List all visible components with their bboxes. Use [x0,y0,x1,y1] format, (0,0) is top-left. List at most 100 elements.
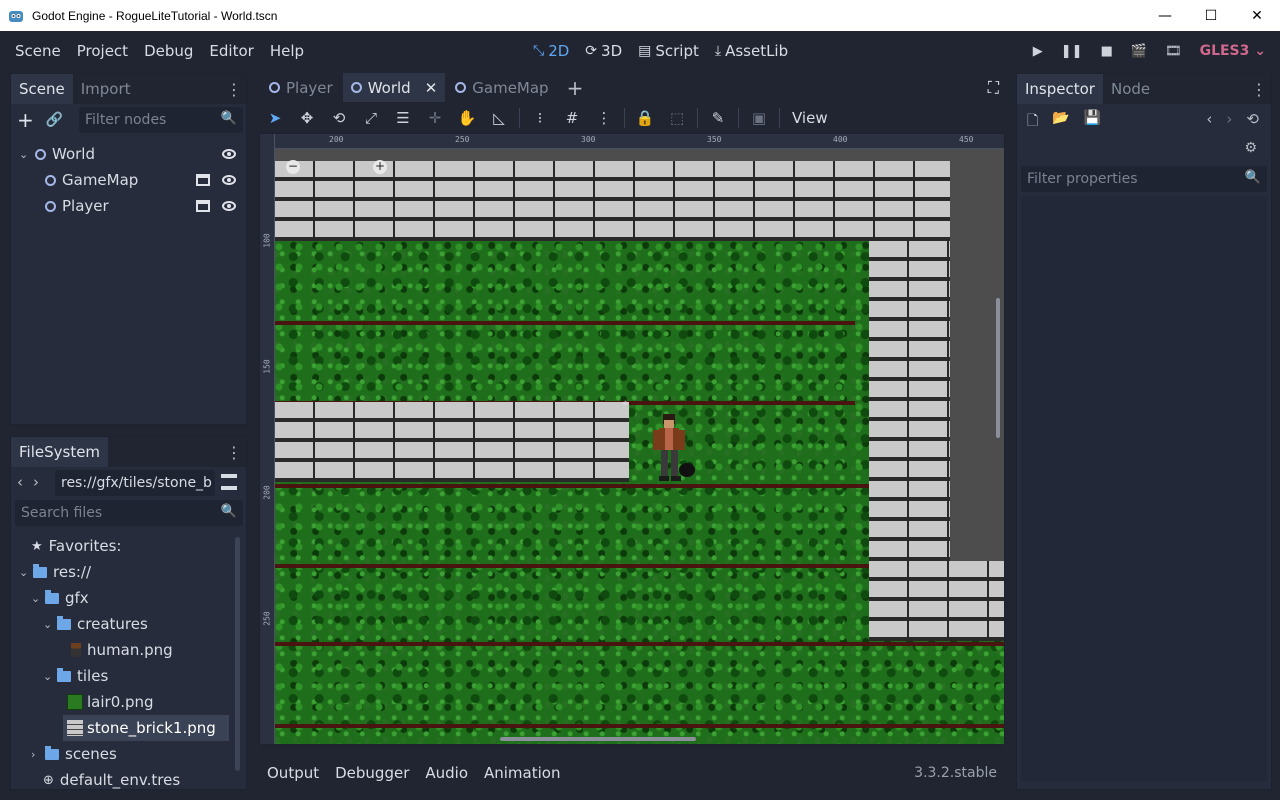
lock-icon[interactable]: 🔒 [629,109,661,127]
play-custom-scene-icon[interactable]: 🎞 [1165,44,1182,59]
close-icon[interactable]: ✕ [425,79,438,97]
list-item[interactable]: ⊕ default_env.tres [11,767,235,789]
skeleton-icon[interactable]: ✎ [702,109,734,127]
pivot-tool-icon[interactable]: ✛ [419,109,451,127]
instance-scene-icon[interactable] [196,174,210,186]
history-icon[interactable]: ⟲ [1246,110,1259,128]
back-icon[interactable]: ‹ [17,473,23,491]
tab-scene[interactable]: Scene [11,74,73,104]
pause-icon[interactable]: ❚❚ [1061,44,1083,59]
list-item[interactable]: ⌄ res:// [11,559,235,585]
tab-filesystem[interactable]: FileSystem [11,437,109,467]
tab-debugger[interactable]: Debugger [327,764,417,782]
tab-output[interactable]: Output [259,764,327,782]
filter-properties-input[interactable]: Filter properties 🔍 [1021,166,1267,192]
visibility-eye-icon[interactable] [222,201,236,211]
menu-debug[interactable]: Debug [136,42,201,60]
play-icon[interactable]: ▶ [1033,44,1043,59]
list-item[interactable]: ⌄ tiles [11,663,235,689]
expand-arrow-icon[interactable]: › [31,748,45,761]
move-tool-icon[interactable]: ✥ [291,109,323,127]
zoom-in-icon[interactable]: + [373,160,387,174]
view-menu[interactable]: View [784,109,836,127]
snap-options-icon[interactable]: ⋮ [588,109,620,127]
filter-nodes-input[interactable]: Filter nodes 🔍 [79,107,243,133]
list-item[interactable]: lair0.png [11,689,235,715]
player-sprite[interactable] [647,412,697,484]
instance-scene-icon[interactable] [196,200,210,212]
camera-override-icon[interactable]: ▣ [743,109,775,127]
scrollbar[interactable] [235,537,240,771]
collapse-arrow-icon[interactable]: ⌄ [19,148,33,161]
renderer-select[interactable]: GLES3 ⌄ [1200,43,1266,59]
tree-node-world[interactable]: ⌄ World [11,141,246,167]
visibility-eye-icon[interactable] [222,149,236,159]
tab-gamemap[interactable]: GameMap [445,73,558,102]
history-back-icon[interactable]: ‹ [1206,110,1212,128]
add-node-icon[interactable]: + [17,108,34,132]
list-item[interactable]: ⌄ gfx [11,585,235,611]
ruler-tool-icon[interactable]: ◺ [483,109,515,127]
vertical-scrollbar[interactable] [996,298,1000,438]
list-item[interactable]: human.png [11,637,235,663]
save-icon[interactable]: 💾 [1084,110,1101,134]
list-item[interactable]: stone_brick1.png [63,715,229,741]
filesystem-menu-icon[interactable]: ⋮ [222,437,246,467]
pan-tool-icon[interactable]: ✋ [451,109,483,127]
group-icon[interactable]: ⬚ [661,109,693,127]
smart-snap-icon[interactable]: ⁝ [524,109,556,127]
tree-node-gamemap[interactable]: GameMap [11,167,246,193]
list-item[interactable]: › scenes [11,741,235,767]
tree-node-player[interactable]: Player [11,193,246,219]
menu-editor[interactable]: Editor [201,42,261,60]
inspector-menu-icon[interactable]: ⋮ [1247,74,1271,104]
workspace-assetlib-button[interactable]: ⤓ AssetLib [715,42,788,60]
scene-dock-menu-icon[interactable]: ⋮ [222,74,246,104]
minimize-button[interactable]: — [1142,0,1188,31]
workspace-script-button[interactable]: ▤ Script [638,42,699,60]
forward-icon[interactable]: › [33,473,39,491]
tab-animation[interactable]: Animation [476,764,568,782]
path-input[interactable]: res://gfx/tiles/stone_b [55,470,215,496]
collapse-arrow-icon[interactable]: ⌄ [31,592,45,605]
collapse-arrow-icon[interactable]: ⌄ [19,566,33,579]
tab-node[interactable]: Node [1103,74,1158,104]
play-scene-icon[interactable]: 🎬 [1131,44,1147,59]
stop-icon[interactable]: ■ [1101,44,1113,59]
maximize-button[interactable]: ☐ [1188,0,1234,31]
new-tab-button[interactable]: + [559,73,592,102]
menu-project[interactable]: Project [69,42,136,60]
collapse-arrow-icon[interactable]: ⌄ [43,670,57,683]
zoom-out-icon[interactable]: − [286,160,300,174]
tab-audio[interactable]: Audio [417,764,476,782]
link-icon[interactable]: 🔗 [46,112,63,128]
history-forward-icon[interactable]: › [1226,110,1232,128]
list-item[interactable]: ⌄ creatures [11,611,235,637]
menu-help[interactable]: Help [262,42,312,60]
visibility-eye-icon[interactable] [222,175,236,185]
workspace-2d-button[interactable]: ⤡ 2D [533,42,569,60]
distraction-free-icon[interactable]: ⛶ [988,73,999,102]
close-window-button[interactable]: ✕ [1234,0,1280,31]
new-resource-icon[interactable]: 🗋 [1027,110,1038,134]
tab-inspector[interactable]: Inspector [1017,74,1103,104]
folder-label: tiles [77,667,109,685]
workspace-3d-button[interactable]: ⟳ 3D [585,42,622,60]
canvas-viewport[interactable]: ⌖ − + 200 250 300 350 400 450 100 150 20… [259,133,1005,745]
grid-snap-icon[interactable]: # [556,109,588,127]
open-folder-icon[interactable]: 📂 [1052,110,1069,134]
tab-import[interactable]: Import [73,74,139,104]
list-select-icon[interactable]: ☰ [387,109,419,127]
collapse-arrow-icon[interactable]: ⌄ [43,618,57,631]
toggle-split-icon[interactable] [221,474,237,490]
menu-scene[interactable]: Scene [7,42,69,60]
tab-player[interactable]: Player [259,73,343,102]
select-tool-icon[interactable]: ➤ [259,109,291,127]
list-item[interactable]: ★ Favorites: [11,533,235,559]
scale-tool-icon[interactable]: ⤢ [355,109,387,127]
tab-world[interactable]: World ✕ [342,73,446,102]
horizontal-scrollbar[interactable] [500,737,696,741]
object-properties-icon[interactable]: ⚙ [1244,140,1257,156]
search-files-input[interactable]: Search files 🔍 [15,500,243,526]
rotate-tool-icon[interactable]: ⟲ [323,109,355,127]
